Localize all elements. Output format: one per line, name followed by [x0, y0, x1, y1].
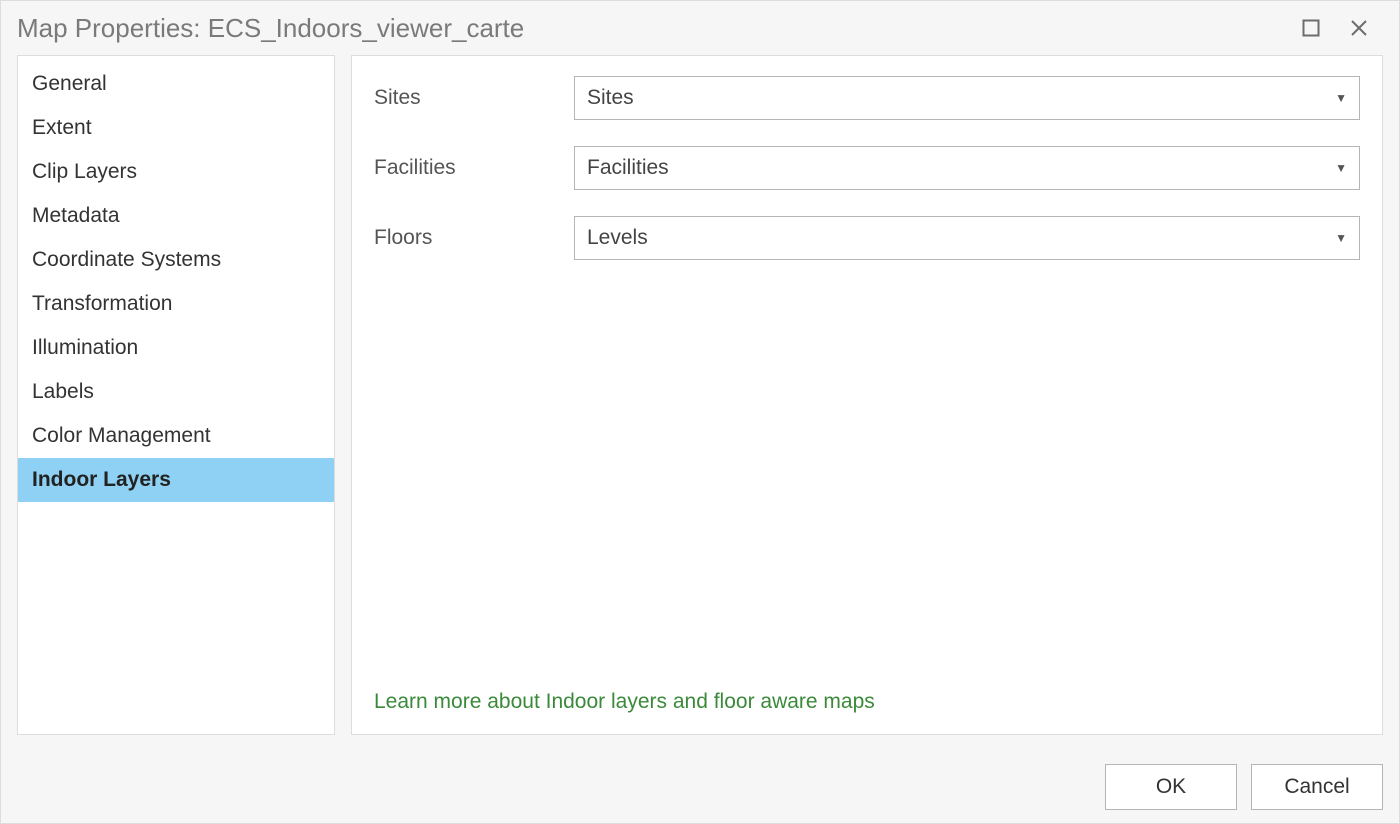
facilities-label: Facilities [374, 156, 574, 180]
sidebar-item-coordinate-systems[interactable]: Coordinate Systems [18, 238, 334, 282]
chevron-down-icon: ▼ [1335, 91, 1347, 105]
sidebar-item-general[interactable]: General [18, 62, 334, 106]
sites-dropdown-value: Sites [587, 86, 634, 110]
titlebar: Map Properties: ECS_Indoors_viewer_carte [1, 1, 1399, 55]
close-button[interactable] [1335, 8, 1383, 48]
properties-sidebar: General Extent Clip Layers Metadata Coor… [17, 55, 335, 735]
sidebar-item-label: Indoor Layers [18, 458, 334, 502]
floors-label: Floors [374, 226, 574, 250]
chevron-down-icon: ▼ [1335, 161, 1347, 175]
dialog-title: Map Properties: ECS_Indoors_viewer_carte [17, 13, 1287, 44]
learn-more-link[interactable]: Learn more about Indoor layers and floor… [374, 690, 1360, 714]
sites-dropdown[interactable]: Sites ▼ [574, 76, 1360, 120]
sidebar-item-illumination[interactable]: Illumination [18, 326, 334, 370]
sidebar-item-label: Extent [18, 106, 334, 150]
sites-label: Sites [374, 86, 574, 110]
sidebar-item-label: Transformation [18, 282, 334, 326]
ok-button[interactable]: OK [1105, 764, 1237, 810]
sidebar-item-label: Coordinate Systems [18, 238, 334, 282]
floors-dropdown[interactable]: Levels ▼ [574, 216, 1360, 260]
indoor-layers-form: Sites Sites ▼ Facilities Facilities ▼ Fl… [374, 76, 1360, 260]
maximize-icon [1302, 19, 1320, 37]
sidebar-item-color-management[interactable]: Color Management [18, 414, 334, 458]
sidebar-item-label: Clip Layers [18, 150, 334, 194]
chevron-down-icon: ▼ [1335, 231, 1347, 245]
map-properties-dialog: Map Properties: ECS_Indoors_viewer_carte… [0, 0, 1400, 824]
sidebar-item-extent[interactable]: Extent [18, 106, 334, 150]
sidebar-item-transformation[interactable]: Transformation [18, 282, 334, 326]
floors-dropdown-value: Levels [587, 226, 648, 250]
dialog-footer: OK Cancel [1, 751, 1399, 823]
sidebar-item-labels[interactable]: Labels [18, 370, 334, 414]
sidebar-item-metadata[interactable]: Metadata [18, 194, 334, 238]
sidebar-item-indoor-layers[interactable]: Indoor Layers [18, 458, 334, 502]
dialog-body: General Extent Clip Layers Metadata Coor… [1, 55, 1399, 751]
sidebar-item-label: Illumination [18, 326, 334, 370]
sidebar-item-label: General [18, 62, 334, 106]
facilities-dropdown[interactable]: Facilities ▼ [574, 146, 1360, 190]
facilities-dropdown-value: Facilities [587, 156, 669, 180]
sidebar-item-clip-layers[interactable]: Clip Layers [18, 150, 334, 194]
sidebar-item-label: Color Management [18, 414, 334, 458]
spacer [374, 260, 1360, 690]
close-icon [1349, 18, 1369, 38]
sidebar-item-label: Metadata [18, 194, 334, 238]
content-pane: Sites Sites ▼ Facilities Facilities ▼ Fl… [351, 55, 1383, 735]
cancel-button[interactable]: Cancel [1251, 764, 1383, 810]
maximize-button[interactable] [1287, 8, 1335, 48]
sidebar-item-label: Labels [18, 370, 334, 414]
